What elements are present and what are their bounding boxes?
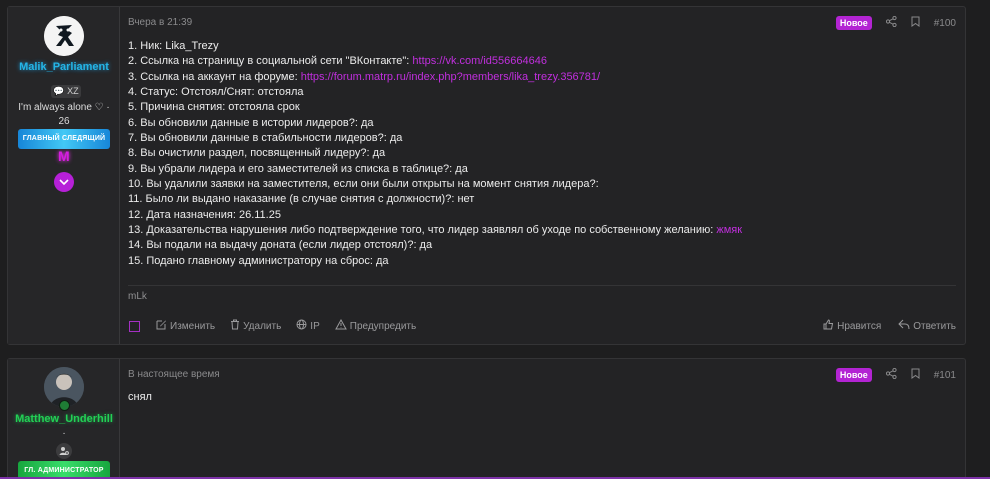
line-text: 7. Вы обновили данные в стабильности лид… (128, 132, 403, 145)
delete-label: Удалить (243, 320, 282, 332)
body-line: 1. Ник: Lika_Trezy (128, 39, 742, 54)
post-actions: Изменить Удалить IP Предупредить Нравитс… (128, 318, 956, 333)
chevron-down-icon (59, 179, 69, 186)
post-header-actions: Новое #100 (835, 15, 956, 31)
user-info: Matthew_Underhill · ГЛ. АДМИНИСТРАТОР (8, 359, 120, 479)
post-content: В настоящее время Новое #101 снял (128, 359, 965, 479)
edit-button[interactable]: Изменить (156, 319, 215, 333)
body-line: 8. Вы очистили раздел, посвященный лидер… (128, 146, 742, 161)
m-logo-icon: M (58, 148, 70, 164)
username[interactable]: Malik_Parliament (8, 61, 120, 73)
post-101: Matthew_Underhill · ГЛ. АДМИНИСТРАТОР В … (7, 358, 966, 479)
reply-label: Ответить (913, 320, 956, 332)
username[interactable]: Matthew_Underhill (8, 413, 120, 425)
vk-link[interactable]: https://vk.com/id556664646 (412, 55, 547, 67)
share-icon[interactable] (885, 367, 897, 382)
post-content: Вчера в 21:39 Новое #100 1. Ник: Lika_Tr… (128, 7, 965, 344)
post-header-actions: Новое #101 (835, 367, 956, 383)
avatar[interactable] (44, 16, 84, 56)
warn-button[interactable]: Предупредить (334, 318, 417, 333)
post-date[interactable]: Вчера в 21:39 (128, 17, 192, 28)
line-text: 15. Подано главному администратору на сб… (128, 254, 389, 267)
line-text: 1. Ник: Lika_Trezy (128, 40, 219, 52)
line-text: 9. Вы убрали лидера и его заместителей и… (128, 162, 468, 175)
new-badge: Новое (835, 368, 872, 382)
chat-icon: 💬 (53, 86, 65, 96)
bookmark-icon[interactable] (911, 16, 920, 30)
role-banner: ГЛАВНЫЙ СЛЕДЯЩИЙ (18, 129, 110, 149)
line-text: 12. Дата назначения: 26.11.25 (128, 208, 281, 221)
body-line: 15. Подано главному администратору на сб… (128, 254, 742, 269)
line-text: 10. Вы удалили заявки на заместителя, ес… (128, 178, 599, 191)
body-line: 2. Ссылка на страницу в социальной сети … (128, 54, 742, 69)
delete-button[interactable]: Удалить (230, 319, 281, 333)
post-date[interactable]: В настоящее время (128, 369, 220, 380)
line-text: 8. Вы очистили раздел, посвященный лидер… (128, 147, 386, 160)
user-dot: · (62, 428, 66, 439)
warn-label: Предупредить (349, 320, 417, 332)
line-text: 2. Ссылка на страницу в социальной сети … (128, 55, 413, 68)
body-line: 4. Статус: Отстоял/Снят: отстояла (128, 85, 742, 100)
body-line: 3. Ссылка на аккаунт на форуме: https://… (128, 70, 742, 85)
body-line: 13. Доказательства нарушения либо подтве… (128, 223, 742, 238)
line-text: 5. Причина снятия: отстояла срок (128, 101, 300, 114)
reply-button[interactable]: Ответить (898, 319, 956, 333)
user-count: 26 (58, 116, 70, 127)
warning-icon (334, 318, 347, 333)
edit-label: Изменить (170, 320, 216, 332)
body-line: 12. Дата назначения: 26.11.25 (128, 208, 742, 223)
share-icon[interactable] (885, 15, 897, 30)
body-line: 10. Вы удалили заявки на заместителя, ес… (128, 177, 742, 192)
user-tag-label: XZ (67, 86, 79, 96)
user-info: Malik_Parliament 💬 XZ I'm always alone ♡… (8, 7, 120, 344)
bookmark-icon[interactable] (911, 368, 920, 382)
forum-link[interactable]: https://forum.matrp.ru/index.php?members… (301, 71, 600, 83)
post-number[interactable]: #101 (934, 370, 956, 381)
user-status: I'm always alone ♡ · (18, 102, 110, 113)
globe-icon (296, 319, 307, 333)
body-line: 14. Вы подали на выдачу доната (если лид… (128, 238, 742, 253)
body-line: 6. Вы обновили данные в истории лидеров?… (128, 116, 742, 131)
user-tag-badge: 💬 XZ (51, 85, 81, 98)
line-text: 4. Статус: Отстоял/Снят: отстояла (128, 86, 304, 99)
line-text: 3. Ссылка на аккаунт на форуме: (128, 70, 301, 83)
thumbs-up-icon (823, 319, 834, 333)
proof-link[interactable]: жмяк (716, 224, 742, 236)
like-button[interactable]: Нравится (823, 319, 881, 333)
reply-icon (898, 319, 910, 333)
line-text: 11. Было ли выдано наказание (в случае с… (128, 193, 475, 206)
line-text: 13. Доказательства нарушения либо подтве… (128, 224, 717, 237)
post-body: 1. Ник: Lika_Trezy 2. Ссылка на страницу… (128, 39, 742, 269)
online-status-icon (59, 400, 70, 411)
line-text: 14. Вы подали на выдачу доната (если лид… (128, 239, 433, 252)
body-line: 11. Было ли выдано наказание (в случае с… (128, 192, 742, 207)
body-line: 7. Вы обновили данные в стабильности лид… (128, 131, 742, 146)
post-100: Malik_Parliament 💬 XZ I'm always alone ♡… (7, 6, 966, 345)
body-line: 9. Вы убрали лидера и его заместителей и… (128, 162, 742, 177)
post-number[interactable]: #100 (934, 18, 956, 29)
edit-icon (156, 319, 167, 333)
select-checkbox[interactable] (129, 320, 140, 332)
trash-icon (230, 319, 240, 333)
signature: mLk (128, 285, 956, 302)
expand-user-button[interactable] (54, 172, 74, 192)
ip-label: IP (310, 320, 320, 332)
body-line: 5. Причина снятия: отстояла срок (128, 100, 742, 115)
user-gear-icon (56, 443, 72, 459)
like-label: Нравится (837, 320, 882, 332)
new-badge: Новое (835, 16, 872, 30)
post-body: снял (128, 391, 152, 403)
line-text: 6. Вы обновили данные в истории лидеров?… (128, 116, 374, 129)
ip-button[interactable]: IP (296, 319, 320, 333)
